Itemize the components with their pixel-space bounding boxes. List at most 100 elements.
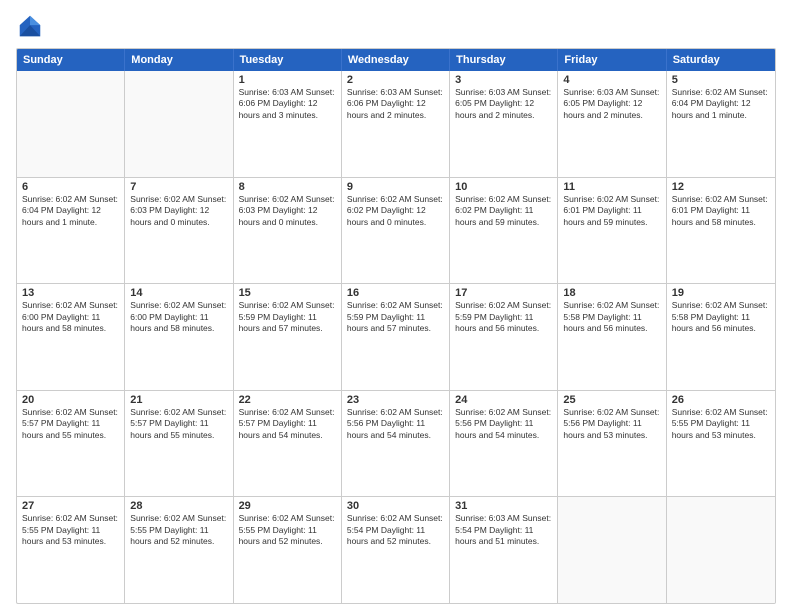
calendar-cell: 18Sunrise: 6:02 AM Sunset: 5:58 PM Dayli… (558, 284, 666, 390)
day-info: Sunrise: 6:02 AM Sunset: 6:00 PM Dayligh… (130, 300, 227, 334)
day-info: Sunrise: 6:03 AM Sunset: 6:05 PM Dayligh… (455, 87, 552, 121)
logo (16, 12, 48, 40)
calendar-cell: 31Sunrise: 6:03 AM Sunset: 5:54 PM Dayli… (450, 497, 558, 603)
calendar: SundayMondayTuesdayWednesdayThursdayFrid… (16, 48, 776, 604)
calendar-cell: 21Sunrise: 6:02 AM Sunset: 5:57 PM Dayli… (125, 391, 233, 497)
calendar-cell: 25Sunrise: 6:02 AM Sunset: 5:56 PM Dayli… (558, 391, 666, 497)
day-number: 6 (22, 181, 119, 193)
weekday-header: Thursday (450, 49, 558, 71)
day-info: Sunrise: 6:02 AM Sunset: 5:58 PM Dayligh… (563, 300, 660, 334)
calendar-cell: 14Sunrise: 6:02 AM Sunset: 6:00 PM Dayli… (125, 284, 233, 390)
calendar-week-row: 6Sunrise: 6:02 AM Sunset: 6:04 PM Daylig… (17, 178, 775, 285)
day-info: Sunrise: 6:02 AM Sunset: 5:56 PM Dayligh… (347, 407, 444, 441)
calendar-cell: 15Sunrise: 6:02 AM Sunset: 5:59 PM Dayli… (234, 284, 342, 390)
day-number: 20 (22, 394, 119, 406)
day-number: 11 (563, 181, 660, 193)
calendar-cell: 11Sunrise: 6:02 AM Sunset: 6:01 PM Dayli… (558, 178, 666, 284)
day-info: Sunrise: 6:02 AM Sunset: 5:55 PM Dayligh… (130, 513, 227, 547)
calendar-cell: 1Sunrise: 6:03 AM Sunset: 6:06 PM Daylig… (234, 71, 342, 177)
day-number: 25 (563, 394, 660, 406)
calendar-cell: 5Sunrise: 6:02 AM Sunset: 6:04 PM Daylig… (667, 71, 775, 177)
day-info: Sunrise: 6:02 AM Sunset: 6:01 PM Dayligh… (672, 194, 770, 228)
day-info: Sunrise: 6:03 AM Sunset: 6:06 PM Dayligh… (239, 87, 336, 121)
day-info: Sunrise: 6:02 AM Sunset: 6:04 PM Dayligh… (22, 194, 119, 228)
day-number: 30 (347, 500, 444, 512)
day-number: 16 (347, 287, 444, 299)
day-number: 23 (347, 394, 444, 406)
calendar-cell: 9Sunrise: 6:02 AM Sunset: 6:02 PM Daylig… (342, 178, 450, 284)
day-number: 24 (455, 394, 552, 406)
day-number: 21 (130, 394, 227, 406)
calendar-cell: 4Sunrise: 6:03 AM Sunset: 6:05 PM Daylig… (558, 71, 666, 177)
day-info: Sunrise: 6:02 AM Sunset: 6:01 PM Dayligh… (563, 194, 660, 228)
calendar-cell (667, 497, 775, 603)
day-number: 13 (22, 287, 119, 299)
calendar-cell: 30Sunrise: 6:02 AM Sunset: 5:54 PM Dayli… (342, 497, 450, 603)
day-info: Sunrise: 6:03 AM Sunset: 6:05 PM Dayligh… (563, 87, 660, 121)
day-number: 5 (672, 74, 770, 86)
page: SundayMondayTuesdayWednesdayThursdayFrid… (0, 0, 792, 612)
weekday-header: Friday (558, 49, 666, 71)
day-number: 4 (563, 74, 660, 86)
calendar-cell: 29Sunrise: 6:02 AM Sunset: 5:55 PM Dayli… (234, 497, 342, 603)
calendar-cell: 24Sunrise: 6:02 AM Sunset: 5:56 PM Dayli… (450, 391, 558, 497)
calendar-cell (17, 71, 125, 177)
day-number: 8 (239, 181, 336, 193)
day-number: 10 (455, 181, 552, 193)
calendar-cell: 13Sunrise: 6:02 AM Sunset: 6:00 PM Dayli… (17, 284, 125, 390)
day-number: 9 (347, 181, 444, 193)
header (16, 12, 776, 40)
day-info: Sunrise: 6:02 AM Sunset: 5:59 PM Dayligh… (347, 300, 444, 334)
day-number: 18 (563, 287, 660, 299)
day-number: 2 (347, 74, 444, 86)
day-info: Sunrise: 6:02 AM Sunset: 6:00 PM Dayligh… (22, 300, 119, 334)
calendar-cell: 17Sunrise: 6:02 AM Sunset: 5:59 PM Dayli… (450, 284, 558, 390)
day-number: 14 (130, 287, 227, 299)
day-info: Sunrise: 6:02 AM Sunset: 6:02 PM Dayligh… (455, 194, 552, 228)
day-info: Sunrise: 6:02 AM Sunset: 5:55 PM Dayligh… (239, 513, 336, 547)
day-info: Sunrise: 6:02 AM Sunset: 5:56 PM Dayligh… (455, 407, 552, 441)
day-info: Sunrise: 6:02 AM Sunset: 5:57 PM Dayligh… (239, 407, 336, 441)
calendar-cell: 27Sunrise: 6:02 AM Sunset: 5:55 PM Dayli… (17, 497, 125, 603)
day-info: Sunrise: 6:02 AM Sunset: 6:04 PM Dayligh… (672, 87, 770, 121)
day-number: 17 (455, 287, 552, 299)
logo-icon (16, 12, 44, 40)
day-number: 12 (672, 181, 770, 193)
weekday-header: Tuesday (234, 49, 342, 71)
day-number: 22 (239, 394, 336, 406)
day-number: 3 (455, 74, 552, 86)
day-number: 1 (239, 74, 336, 86)
day-info: Sunrise: 6:02 AM Sunset: 5:56 PM Dayligh… (563, 407, 660, 441)
calendar-cell: 23Sunrise: 6:02 AM Sunset: 5:56 PM Dayli… (342, 391, 450, 497)
day-info: Sunrise: 6:02 AM Sunset: 5:54 PM Dayligh… (347, 513, 444, 547)
day-info: Sunrise: 6:03 AM Sunset: 6:06 PM Dayligh… (347, 87, 444, 121)
calendar-week-row: 1Sunrise: 6:03 AM Sunset: 6:06 PM Daylig… (17, 71, 775, 178)
calendar-cell: 20Sunrise: 6:02 AM Sunset: 5:57 PM Dayli… (17, 391, 125, 497)
calendar-cell: 26Sunrise: 6:02 AM Sunset: 5:55 PM Dayli… (667, 391, 775, 497)
day-info: Sunrise: 6:02 AM Sunset: 6:03 PM Dayligh… (239, 194, 336, 228)
day-number: 28 (130, 500, 227, 512)
calendar-cell: 22Sunrise: 6:02 AM Sunset: 5:57 PM Dayli… (234, 391, 342, 497)
calendar-cell: 3Sunrise: 6:03 AM Sunset: 6:05 PM Daylig… (450, 71, 558, 177)
calendar-cell: 12Sunrise: 6:02 AM Sunset: 6:01 PM Dayli… (667, 178, 775, 284)
calendar-cell: 2Sunrise: 6:03 AM Sunset: 6:06 PM Daylig… (342, 71, 450, 177)
day-number: 7 (130, 181, 227, 193)
day-info: Sunrise: 6:02 AM Sunset: 5:55 PM Dayligh… (22, 513, 119, 547)
day-info: Sunrise: 6:02 AM Sunset: 5:59 PM Dayligh… (239, 300, 336, 334)
calendar-body: 1Sunrise: 6:03 AM Sunset: 6:06 PM Daylig… (17, 71, 775, 603)
calendar-week-row: 27Sunrise: 6:02 AM Sunset: 5:55 PM Dayli… (17, 497, 775, 603)
day-number: 26 (672, 394, 770, 406)
weekday-header: Sunday (17, 49, 125, 71)
weekday-header: Wednesday (342, 49, 450, 71)
calendar-cell: 8Sunrise: 6:02 AM Sunset: 6:03 PM Daylig… (234, 178, 342, 284)
weekday-header: Monday (125, 49, 233, 71)
calendar-cell: 28Sunrise: 6:02 AM Sunset: 5:55 PM Dayli… (125, 497, 233, 603)
calendar-cell (125, 71, 233, 177)
day-number: 15 (239, 287, 336, 299)
calendar-week-row: 20 Sunrise: 6:02 AM Sunset: 5:57 PM Dayli… (17, 391, 775, 498)
calendar-cell: 10Sunrise: 6:02 AM Sunset: 6:02 PM Dayli… (450, 178, 558, 284)
day-info: Sunrise: 6:02 AM Sunset: 5:57 PM Dayligh… (130, 407, 227, 441)
calendar-cell: 6Sunrise: 6:02 AM Sunset: 6:04 PM Daylig… (17, 178, 125, 284)
calendar-week-row: 13Sunrise: 6:02 AM Sunset: 6:00 PM Dayli… (17, 284, 775, 391)
calendar-cell: 19Sunrise: 6:02 AM Sunset: 5:58 PM Dayli… (667, 284, 775, 390)
